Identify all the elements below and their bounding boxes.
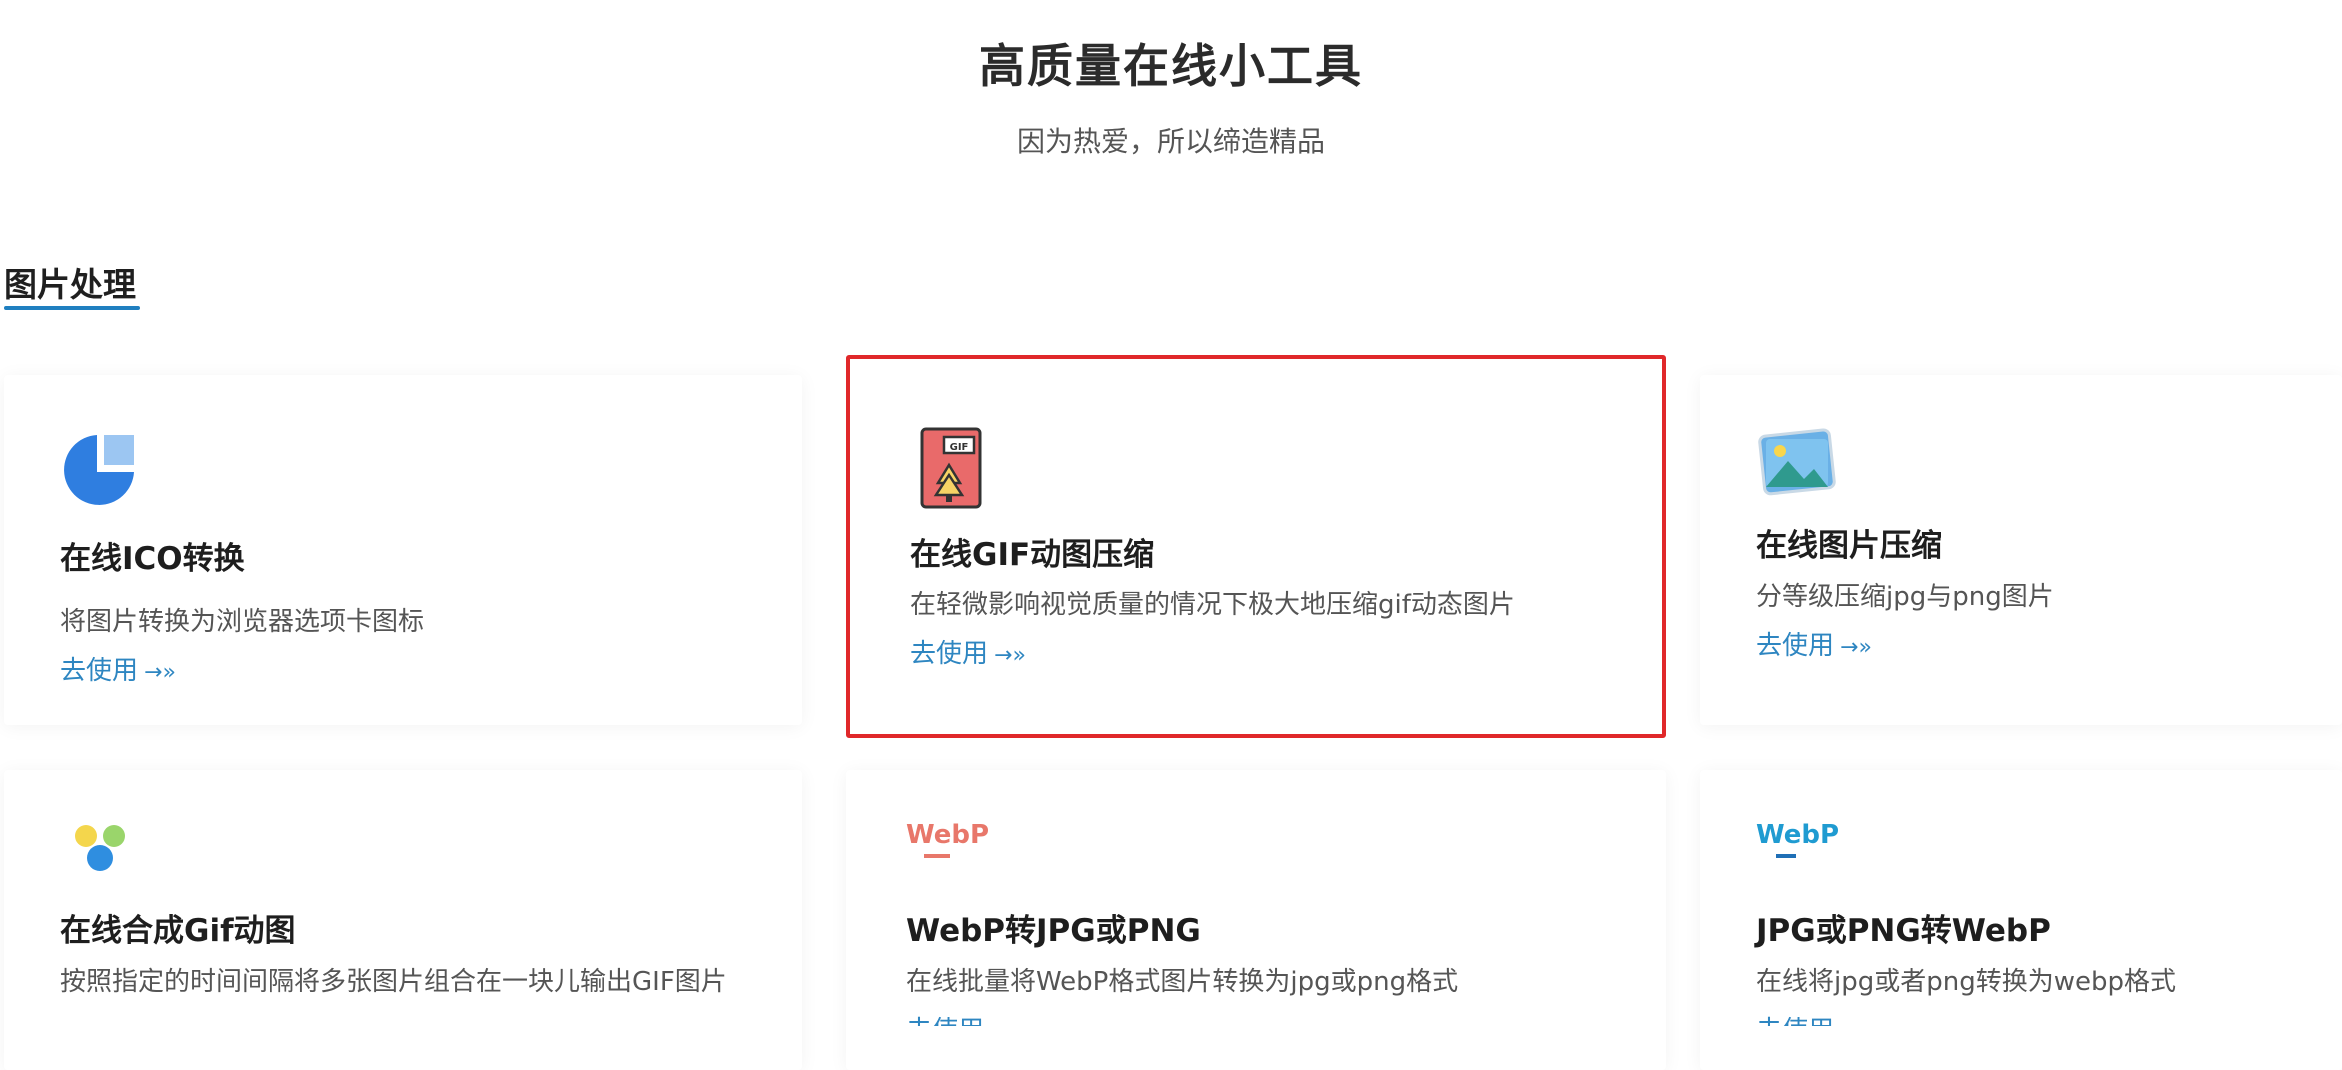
tool-card-ico[interactable]: 在线ICO转换 将图片转换为浏览器选项卡图标 去使用 →»: [4, 375, 802, 725]
page-subtitle: 因为热爱，所以缔造精品: [1016, 125, 1325, 158]
use-link-label: 去使用: [906, 1016, 984, 1026]
card-desc: 在轻微影响视觉质量的情况下极大地压缩gif动态图片: [910, 590, 1515, 620]
use-link[interactable]: 去使用→»: [1756, 625, 1872, 662]
card-title: JPG或PNG转WebP: [1756, 913, 2051, 949]
dots-icon: [70, 818, 130, 878]
use-link-label: 去使用: [1756, 1016, 1834, 1026]
card-desc: 在线将jpg或者png转换为webp格式: [1756, 967, 2176, 997]
use-link[interactable]: 去使用 →»: [906, 1010, 1022, 1026]
arrow-right-icon: →»: [144, 660, 176, 685]
arrow-right-icon: →»: [1840, 635, 1872, 660]
card-title: WebP转JPG或PNG: [906, 913, 1201, 949]
tool-card-webp-to-jpg[interactable]: WebP WebP转JPG或PNG 在线批量将WebP格式图片转换为jpg或pn…: [846, 770, 1666, 1070]
card-title: 在线图片压缩: [1756, 528, 1942, 564]
card-desc: 按照指定的时间间隔将多张图片组合在一块儿输出GIF图片: [60, 967, 727, 997]
pie-chart-icon: [60, 431, 138, 509]
tool-card-image-compress[interactable]: 在线图片压缩 分等级压缩jpg与png图片 去使用 →»: [1700, 375, 2342, 725]
section-underline: [4, 306, 140, 310]
tool-card-gif-compose[interactable]: 在线合成Gif动图 按照指定的时间间隔将多张图片组合在一块儿输出GIF图片: [4, 770, 802, 1070]
tool-card-jpg-to-webp[interactable]: WebP JPG或PNG转WebP 在线将jpg或者png转换为webp格式 去…: [1700, 770, 2342, 1070]
webp-icon-label: WebP: [1756, 820, 1840, 850]
use-link-label: 去使用: [910, 639, 989, 669]
card-desc: 分等级压缩jpg与png图片: [1756, 582, 2054, 612]
webp-blue-icon: WebP: [1756, 820, 1856, 880]
use-link[interactable]: 去使用→»: [910, 633, 1026, 670]
card-title: 在线GIF动图压缩: [910, 537, 1155, 573]
arrow-right-icon: →»: [994, 643, 1026, 668]
tool-card-gif-compress[interactable]: GIF 在线GIF动图压缩 在轻微影响视觉质量的情况下极大地压缩gif动态图片 …: [846, 355, 1666, 738]
gif-file-icon: GIF: [916, 425, 994, 509]
arrow-right-icon: →»: [990, 1020, 1022, 1026]
card-desc: 将图片转换为浏览器选项卡图标: [60, 607, 425, 637]
webp-red-icon: WebP: [906, 820, 1006, 880]
use-link-label: 去使用: [1756, 631, 1835, 661]
webp-icon-dash: [924, 854, 950, 858]
use-link[interactable]: 去使用 →»: [1756, 1010, 1872, 1026]
use-link[interactable]: 去使用→»: [60, 650, 176, 687]
use-link-label: 去使用: [60, 656, 139, 686]
section-title: 图片处理: [4, 265, 136, 304]
arrow-right-icon: →»: [1840, 1020, 1872, 1026]
card-desc: 在线批量将WebP格式图片转换为jpg或png格式: [906, 967, 1459, 997]
card-title: 在线合成Gif动图: [60, 913, 296, 949]
webp-icon-dash: [1776, 854, 1796, 858]
card-title: 在线ICO转换: [60, 541, 245, 577]
page-title: 高质量在线小工具: [979, 39, 1363, 93]
svg-text:GIF: GIF: [950, 442, 969, 453]
webp-icon-label: WebP: [906, 820, 990, 850]
image-icon: [1756, 427, 1836, 505]
